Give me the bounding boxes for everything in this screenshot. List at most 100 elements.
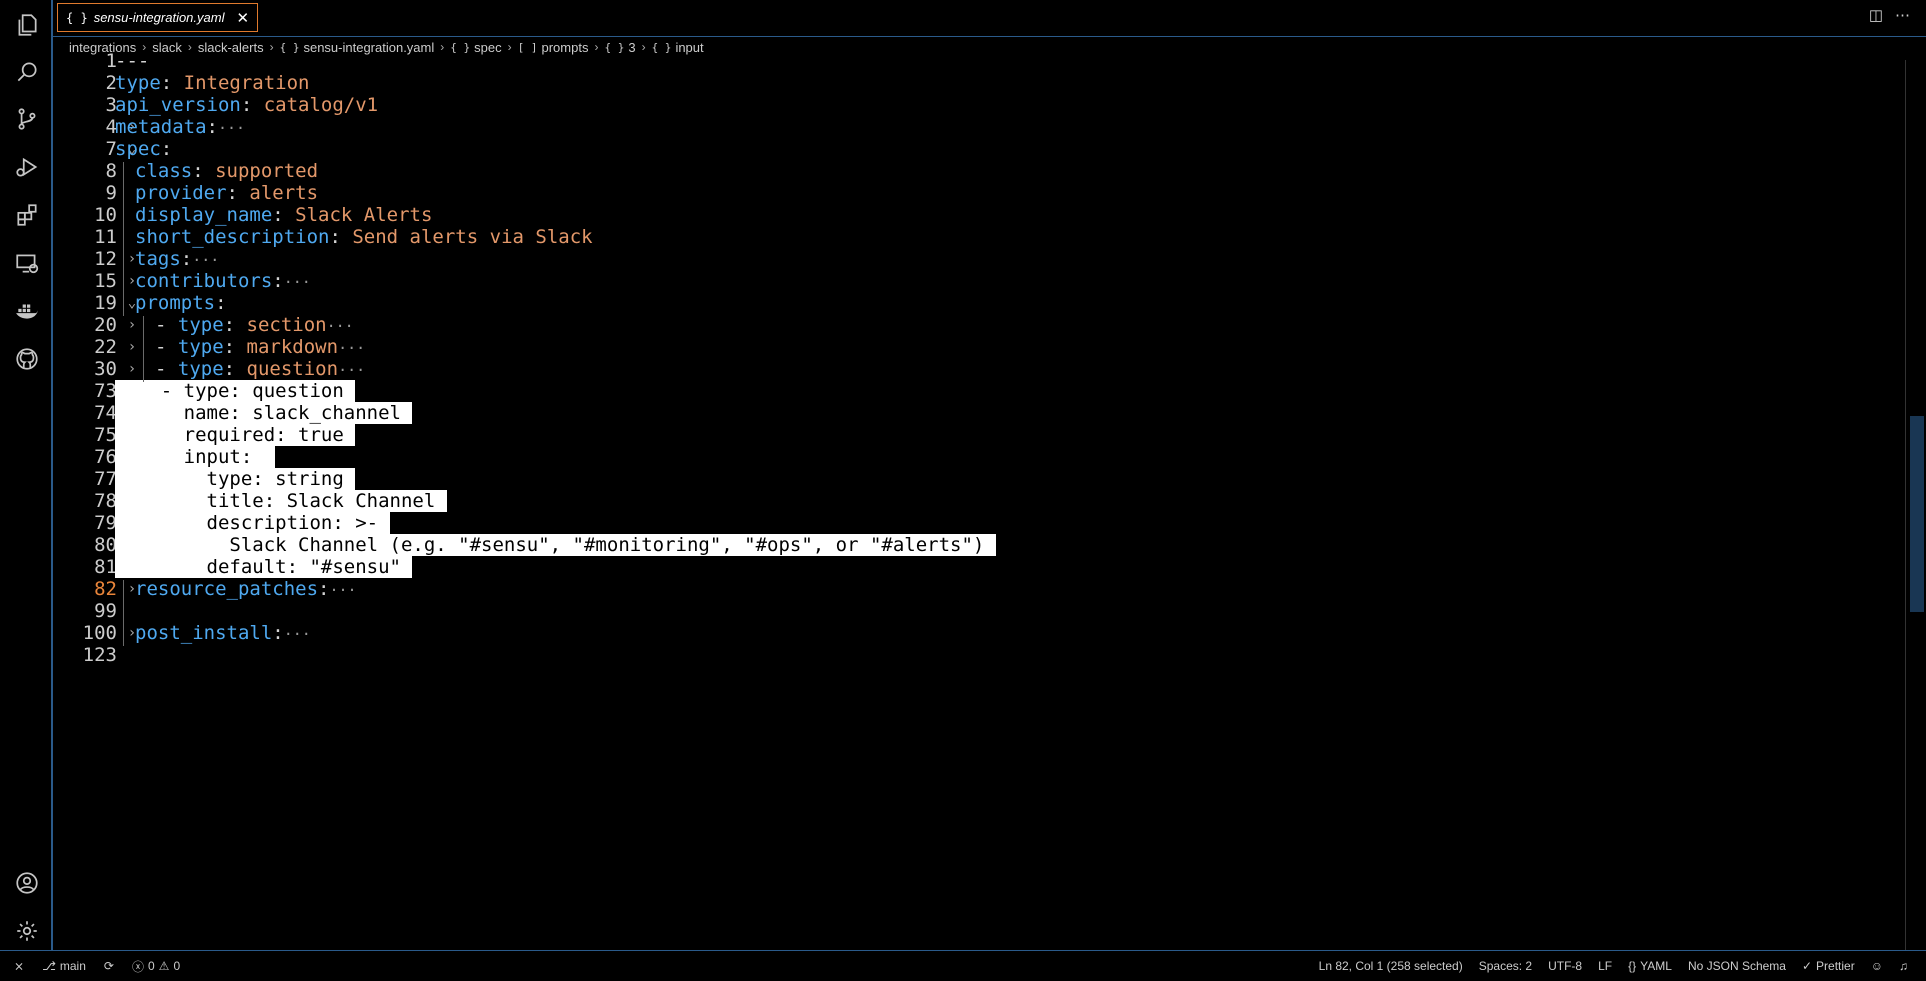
language-mode[interactable]: {} YAML	[1628, 959, 1672, 973]
warning-icon: ⚠	[158, 959, 170, 973]
search-icon[interactable]	[12, 57, 42, 87]
punctuation: :	[223, 314, 247, 336]
yaml-value: Send alerts via Slack	[352, 226, 593, 248]
punctuation: :	[272, 622, 284, 644]
branch-icon: ⎇	[42, 959, 56, 973]
yaml-value: Integration	[183, 72, 310, 94]
encoding[interactable]: UTF-8	[1548, 959, 1582, 973]
punctuation: -	[155, 336, 178, 358]
indent-guide	[123, 162, 124, 316]
settings-gear-icon[interactable]	[12, 916, 42, 946]
yaml-key: provider	[135, 182, 227, 204]
tab-title: sensu-integration.yaml	[93, 10, 225, 25]
indent-guide	[123, 580, 124, 646]
formatter-label: Prettier	[1816, 959, 1855, 973]
selected-text: description: >-	[115, 512, 390, 534]
selected-text: input:	[115, 446, 276, 468]
error-count: 0	[147, 959, 155, 973]
scrollbar-thumb[interactable]	[1910, 416, 1924, 612]
tab-actions: ◫ ⋯	[1869, 6, 1910, 24]
punctuation: :	[318, 578, 330, 600]
error-icon: ⓧ	[131, 959, 144, 974]
punctuation: :	[160, 72, 184, 94]
status-bar: ⨯ ⎇ main ⟳ ⓧ 0 ⚠ 0 Ln 82, Col 1 (258 sel…	[0, 950, 1926, 981]
braces-icon: {}	[1628, 959, 1637, 973]
cursor-position[interactable]: Ln 82, Col 1 (258 selected)	[1319, 959, 1463, 973]
yaml-key: contributors	[135, 270, 273, 292]
yaml-key: type	[177, 358, 224, 380]
folded-ellipsis: ···	[217, 119, 246, 137]
yaml-key: display_name	[135, 204, 273, 226]
selected-text: required: true	[115, 424, 356, 446]
vertical-scrollbar[interactable]	[1905, 60, 1926, 950]
json-braces-icon: { }	[66, 10, 88, 25]
yaml-key: post_install	[135, 622, 273, 644]
selected-text: - type: question	[115, 380, 356, 402]
selected-text: Slack Channel (e.g. "#sensu", "#monitori…	[115, 534, 996, 556]
remote-explorer-icon[interactable]	[12, 248, 42, 278]
editor-tab-bar: { } sensu-integration.yaml ✕ ◫ ⋯	[53, 0, 1926, 37]
close-icon[interactable]: ✕	[236, 9, 249, 27]
punctuation: -	[155, 314, 178, 336]
punctuation: :	[206, 116, 218, 138]
code-editor[interactable]: 1 --- 2 type: Integration 3 api_version: cata…	[53, 50, 1906, 950]
account-icon[interactable]	[12, 868, 42, 898]
punctuation: -	[155, 358, 178, 380]
folded-ellipsis: ···	[338, 339, 366, 357]
problems-indicator[interactable]: ⓧ 0 ⚠ 0	[132, 958, 180, 975]
feedback-icon[interactable]: ☺	[1871, 959, 1883, 973]
punctuation: :	[226, 182, 250, 204]
selected-text: title: Slack Channel	[115, 490, 447, 512]
yaml-key: class	[135, 160, 193, 182]
notifications-icon[interactable]: ♫	[1899, 959, 1908, 973]
yaml-key: type	[115, 72, 161, 94]
punctuation: :	[240, 94, 264, 116]
more-actions-icon[interactable]: ⋯	[1895, 6, 1910, 24]
yaml-value: section	[246, 314, 327, 336]
punctuation: :	[180, 248, 193, 270]
files-icon[interactable]	[12, 10, 42, 40]
branch-indicator[interactable]: ⎇ main	[42, 959, 86, 973]
indentation[interactable]: Spaces: 2	[1479, 959, 1532, 973]
run-debug-icon[interactable]	[12, 152, 42, 182]
check-icon: ✓	[1801, 959, 1813, 973]
punctuation: :	[215, 292, 227, 314]
split-editor-icon[interactable]: ◫	[1869, 6, 1883, 24]
yaml-key: spec	[115, 138, 161, 160]
tab-sensu-integration-yaml[interactable]: { } sensu-integration.yaml ✕	[57, 3, 259, 32]
yaml-value: alerts	[249, 182, 319, 204]
punctuation: :	[223, 358, 247, 380]
source-control-icon[interactable]	[12, 104, 42, 134]
yaml-value: catalog/v1	[263, 94, 379, 116]
github-icon[interactable]	[12, 344, 42, 374]
warning-count: 0	[173, 959, 181, 973]
punctuation: :	[223, 336, 247, 358]
yaml-key: api_version	[115, 94, 241, 116]
remote-indicator-icon[interactable]: ⨯	[14, 959, 24, 973]
yaml-key: tags	[135, 248, 181, 270]
punctuation: :	[272, 270, 284, 292]
yaml-value: supported	[215, 160, 319, 182]
selected-text: name: slack_channel	[115, 402, 413, 424]
yaml-key: metadata	[115, 116, 207, 138]
selected-text: default: "#sensu"	[115, 556, 413, 578]
folded-ellipsis: ···	[329, 581, 357, 599]
selected-text: type: string	[115, 468, 356, 490]
json-schema[interactable]: No JSON Schema	[1688, 959, 1786, 973]
folded-ellipsis: ···	[283, 273, 311, 291]
yaml-key: prompts	[135, 292, 216, 314]
end-of-line[interactable]: LF	[1598, 959, 1612, 973]
yaml-key: resource_patches	[135, 578, 319, 600]
folded-ellipsis: ···	[283, 625, 311, 643]
yaml-key: type	[177, 336, 224, 358]
docker-icon[interactable]	[12, 296, 42, 326]
code-line[interactable]: 123	[53, 642, 1906, 669]
folded-ellipsis: ···	[338, 361, 366, 379]
sync-icon[interactable]: ⟳	[104, 959, 114, 973]
language-label: YAML	[1640, 959, 1672, 973]
punctuation: :	[160, 138, 173, 160]
extensions-icon[interactable]	[12, 200, 42, 230]
formatter[interactable]: ✓ Prettier	[1802, 959, 1855, 973]
punctuation: :	[272, 204, 296, 226]
punctuation: :	[192, 160, 216, 182]
